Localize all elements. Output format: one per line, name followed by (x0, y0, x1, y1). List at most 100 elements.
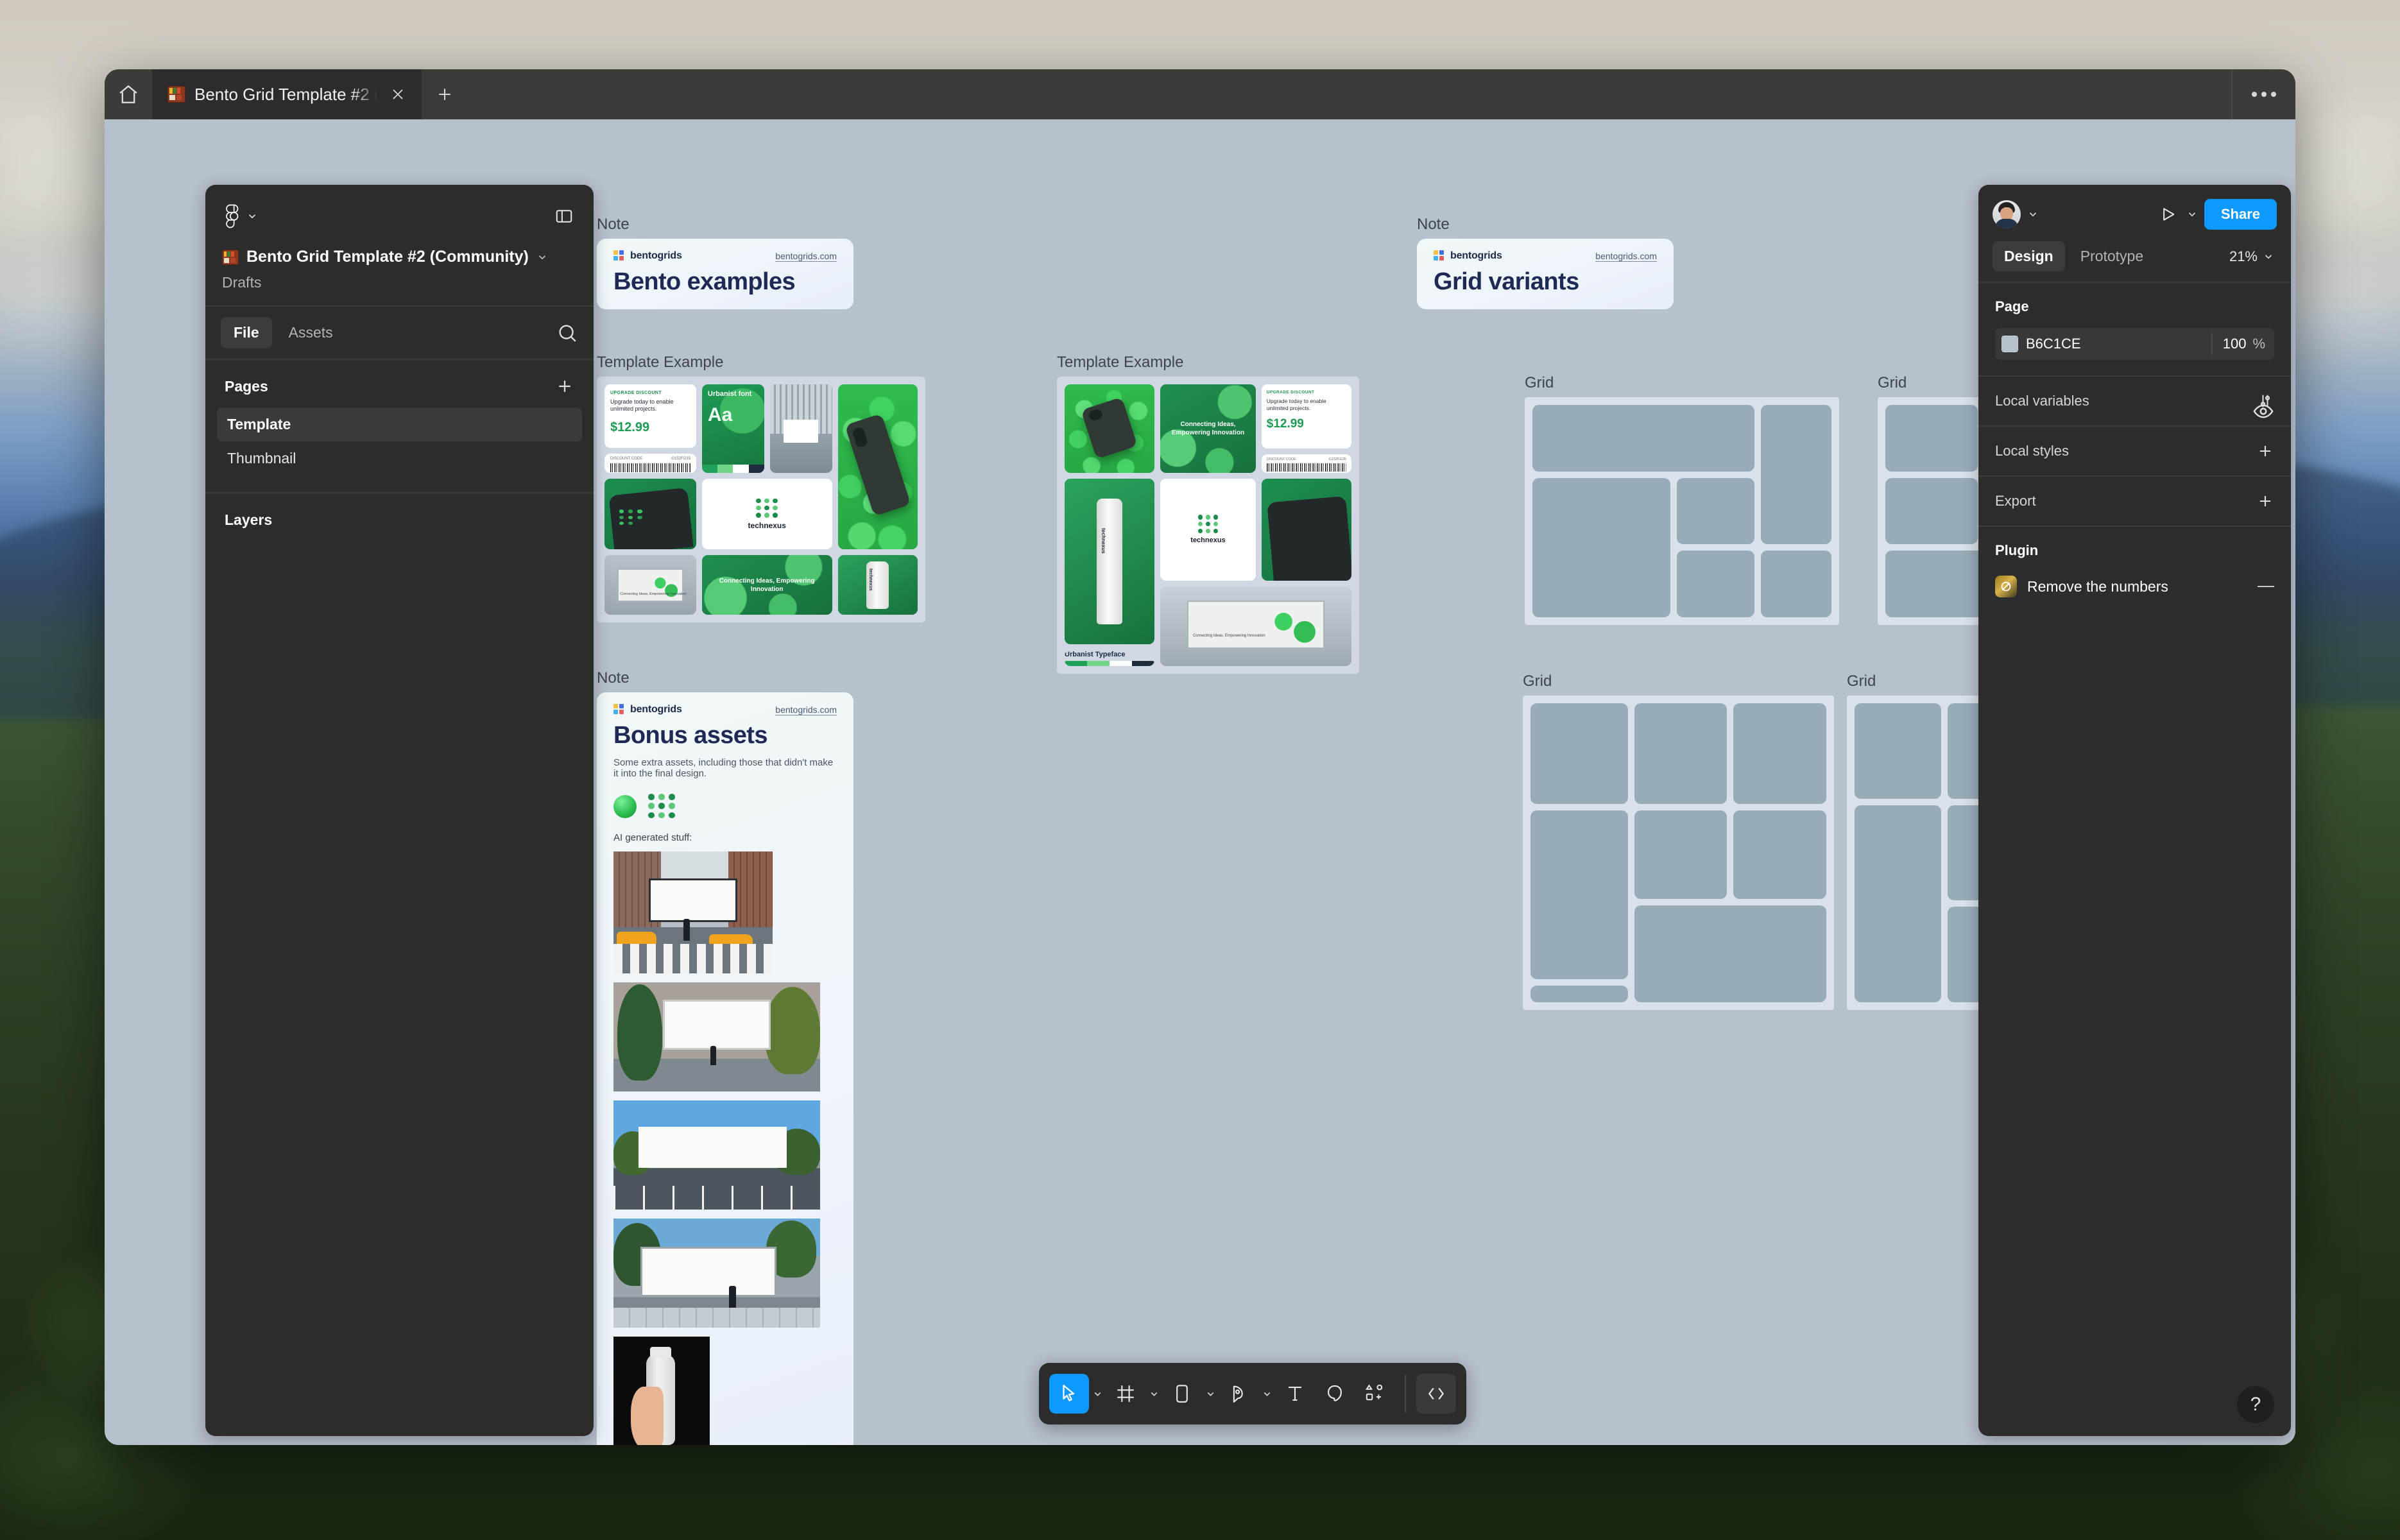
bentogrids-url[interactable]: bentogrids.com (775, 705, 837, 715)
plus-icon[interactable] (2256, 442, 2274, 460)
rectangle-icon (1176, 1385, 1188, 1403)
chevron-down-icon (1264, 1392, 1270, 1396)
plugin-name: Remove the numbers (2027, 578, 2168, 595)
technexus-dots-asset (648, 794, 675, 818)
plugin-section: Plugin Remove the numbers (1978, 526, 2291, 613)
minus-icon[interactable] (2258, 586, 2274, 587)
actions-tool[interactable] (1355, 1374, 1394, 1414)
bentogrids-logo: bentogrids (1434, 250, 1502, 262)
chevron-down-icon (1151, 1392, 1157, 1396)
local-styles-section[interactable]: Local styles (1978, 425, 2291, 475)
plus-icon[interactable] (555, 377, 574, 396)
figma-main-menu[interactable] (222, 203, 258, 230)
cursor-icon (1063, 1385, 1075, 1401)
grid-frame-1[interactable] (1525, 397, 1839, 625)
bento-cell-phone-home (1261, 478, 1351, 581)
grid-tile (1733, 810, 1826, 900)
technexus-dots-icon (619, 509, 643, 526)
close-icon[interactable] (387, 83, 409, 105)
avatar[interactable] (1993, 200, 2021, 228)
layers-list-empty[interactable] (205, 543, 594, 1436)
sidebar-toggle-icon[interactable] (551, 203, 577, 229)
zoom-control[interactable]: 21% (2229, 248, 2277, 265)
grid-tile (1885, 405, 1978, 472)
bentogrids-mark-icon (613, 250, 625, 262)
shape-tool-chevron[interactable] (1202, 1377, 1219, 1410)
sidebar-page-template[interactable]: Template (217, 407, 582, 441)
frame-label-grid: Grid (1878, 374, 1907, 391)
page-fill-row[interactable]: B6C1CE 100 % (1995, 328, 2274, 360)
tab-assets[interactable]: Assets (276, 317, 346, 348)
barcode-icon (1266, 463, 1346, 472)
frame-label-template-example: Template Example (1057, 354, 1184, 371)
comment-tool[interactable] (1315, 1374, 1355, 1414)
frame-tool[interactable] (1106, 1374, 1145, 1414)
bento-cell-green-balls-phone (1065, 384, 1155, 473)
chevron-down-icon[interactable] (2186, 209, 2198, 220)
search-icon[interactable] (556, 322, 578, 344)
help-button[interactable]: ? (2237, 1386, 2274, 1423)
discount-code-value: G152FG35 (1328, 458, 1346, 462)
local-styles-title: Local styles (1995, 443, 2069, 459)
plus-icon[interactable] (2256, 492, 2274, 510)
move-tool[interactable] (1049, 1374, 1089, 1414)
figma-canvas[interactable]: Note bentogrids bentogrids.com Bento exa… (105, 119, 2295, 1445)
file-name: Bento Grid Template #2 (Community) (246, 248, 529, 266)
note-card-bento-examples[interactable]: bentogrids bentogrids.com Bento examples (597, 239, 853, 309)
new-tab-button[interactable] (422, 69, 468, 119)
note-subtitle: Some extra assets, including those that … (613, 757, 834, 779)
grid-frame-3[interactable] (1523, 696, 1834, 1010)
shape-tool[interactable] (1162, 1374, 1202, 1414)
sidebar-header-row (222, 199, 577, 234)
fill-hex-value[interactable]: B6C1CE (2026, 336, 2211, 352)
technexus-dots-icon (756, 498, 778, 518)
note-card-bonus-assets[interactable]: bentogrids bentogrids.com Bonus assets S… (597, 692, 853, 1445)
bento-cell-billboard-street: Connecting Ideas, Empowering Innovation (604, 555, 696, 615)
layers-header: Layers (225, 511, 273, 528)
home-icon[interactable] (105, 69, 152, 119)
pen-tool-chevron[interactable] (1258, 1377, 1275, 1410)
more-horizontal-icon[interactable] (2231, 69, 2295, 119)
fill-opacity-unit: % (2252, 336, 2265, 352)
dev-mode-toggle[interactable] (1416, 1374, 1456, 1414)
note-card-grid-variants[interactable]: bentogrids bentogrids.com Grid variants (1417, 239, 1674, 309)
plugin-item[interactable]: Remove the numbers (1995, 576, 2274, 597)
tab-design[interactable]: Design (1993, 241, 2065, 271)
bento-cell-font: Urbanist font Aa (701, 384, 764, 473)
share-button[interactable]: Share (2204, 199, 2277, 230)
actions-icon (1365, 1384, 1383, 1401)
brand-name: technexus (1190, 536, 1226, 545)
file-name-row[interactable]: Bento Grid Template #2 (Community) (222, 248, 577, 266)
text-tool[interactable] (1275, 1374, 1315, 1414)
bento-cell-discount: UPGRADE DISCOUNT Upgrade today to enable… (1261, 384, 1351, 449)
browser-tab[interactable]: Bento Grid Template #2 (Commu (152, 69, 422, 119)
comment-icon (1328, 1385, 1342, 1401)
local-variables-section[interactable]: Local variables (1978, 375, 2291, 425)
divider (1405, 1374, 1406, 1413)
tab-prototype[interactable]: Prototype (2069, 241, 2155, 271)
tab-file[interactable]: File (221, 317, 272, 348)
left-sidebar: Bento Grid Template #2 (Community) Draft… (205, 185, 594, 1436)
frame-tool-chevron[interactable] (1145, 1377, 1162, 1410)
pen-tool[interactable] (1219, 1374, 1258, 1414)
fill-opacity-value[interactable]: 100 (2213, 336, 2253, 352)
bentogrids-url[interactable]: bentogrids.com (1595, 251, 1657, 262)
sidebar-page-thumbnail[interactable]: Thumbnail (217, 441, 582, 475)
figma-toolbar (1039, 1363, 1466, 1425)
note-title: Grid variants (1434, 268, 1579, 295)
present-button[interactable] (2156, 202, 2180, 227)
export-section[interactable]: Export (1978, 475, 2291, 526)
bentogrids-url[interactable]: bentogrids.com (775, 251, 837, 262)
chevron-down-icon (248, 214, 256, 219)
fill-color-swatch[interactable] (2001, 336, 2018, 352)
template-example-frame-1[interactable]: UPGRADE DISCOUNT Upgrade today to enable… (597, 377, 925, 622)
right-sidebar-header: Share Design Prototype 21% (1978, 185, 2291, 282)
chevron-down-icon[interactable] (2027, 209, 2039, 220)
move-tool-chevron[interactable] (1089, 1377, 1106, 1410)
chevron-down-icon (1207, 1392, 1213, 1396)
bento-cell-barcode: DISCOUNT CODE G152FG35 (604, 453, 696, 473)
design-prototype-tabs: Design Prototype 21% (1993, 241, 2277, 282)
fill-visibility-toggle[interactable] (2245, 400, 2274, 425)
template-example-frame-2[interactable]: Connecting Ideas, Empowering Innovation … (1057, 377, 1359, 674)
discount-code-label: DISCOUNT CODE (1266, 458, 1296, 462)
